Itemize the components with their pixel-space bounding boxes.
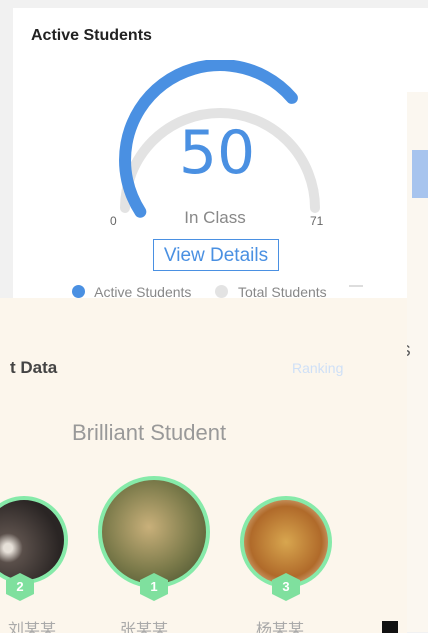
right-panel-accent: [412, 150, 428, 198]
student-name-rank-2: 刘某某: [8, 622, 57, 633]
ranking-link[interactable]: Ranking: [292, 360, 343, 376]
brilliant-student-heading: Brilliant Student: [72, 420, 227, 445]
card-title: Active Students: [31, 27, 152, 44]
active-count: 50: [178, 118, 256, 188]
legend-dot-active: [72, 285, 85, 298]
student-avatar-rank-2[interactable]: [0, 496, 68, 584]
gauge-sub-label: In Class: [184, 208, 246, 227]
student-data-title: t Data: [10, 358, 58, 377]
student-name-rank-1: 张某某: [120, 622, 169, 633]
gauge-min-label: 0: [110, 214, 117, 228]
student-name-rank-3: 杨某某: [256, 622, 305, 633]
corner-fragment: [382, 621, 398, 633]
legend-dot-total: [215, 285, 229, 298]
student-data-card: t Data Ranking Brilliant Student 2 1 3 刘…: [0, 298, 407, 633]
gauge-max-label: 71: [310, 214, 324, 228]
student-avatar-rank-1[interactable]: [98, 476, 210, 588]
view-details-button[interactable]: View Details: [153, 239, 279, 271]
